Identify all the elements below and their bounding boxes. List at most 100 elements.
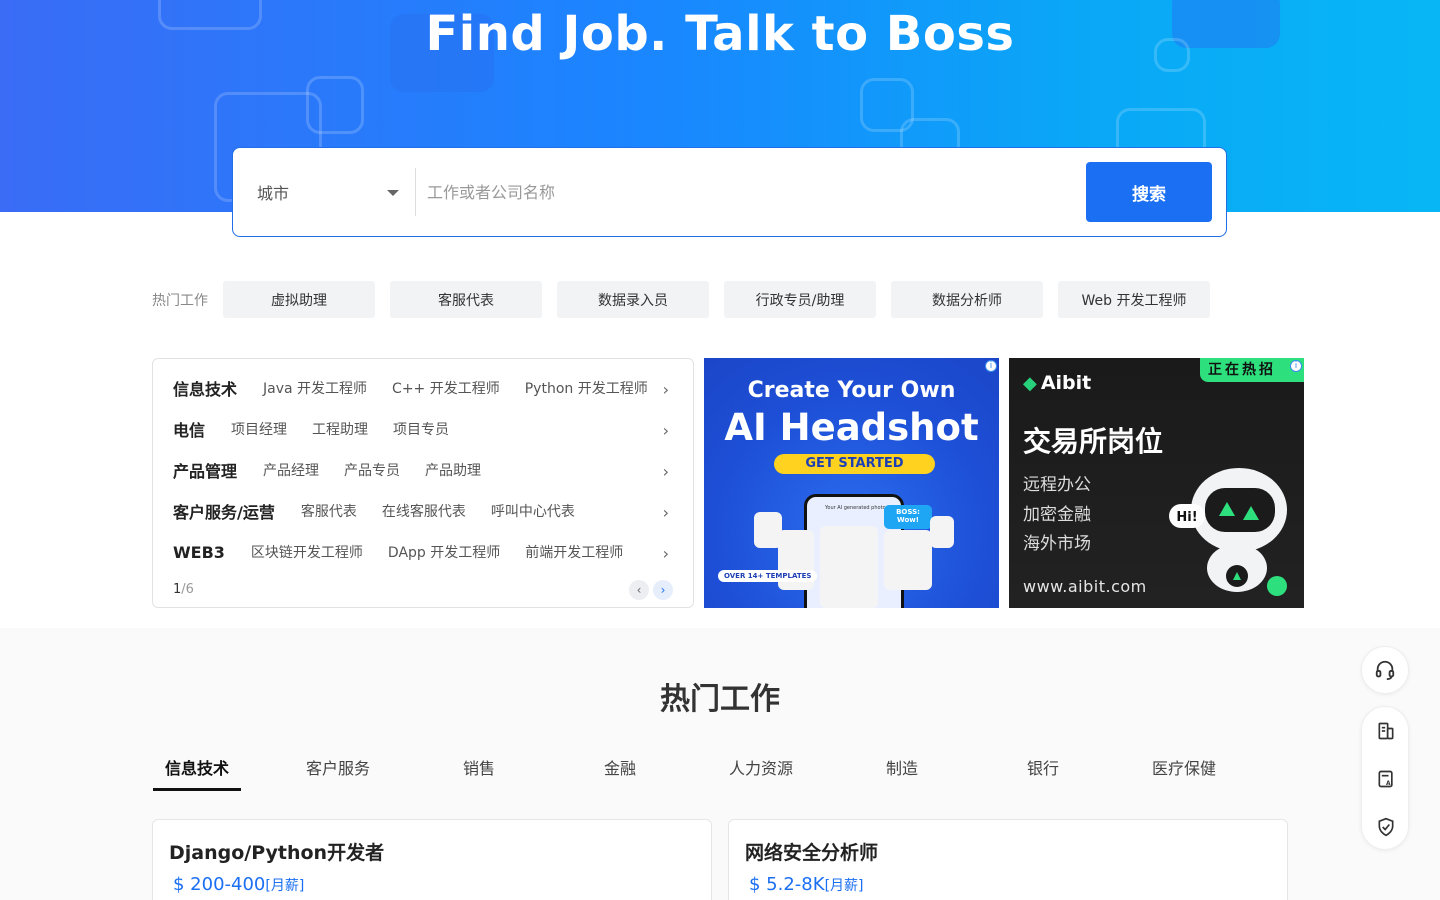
phone-caption: Your AI generated photo: [825, 505, 886, 511]
hot-tag-data-entry[interactable]: 数据录入员: [557, 281, 709, 318]
svg-text:AI: AI: [1386, 781, 1393, 787]
salary-range: $ 5.2-8K: [749, 874, 825, 895]
hot-tag-admin-assistant[interactable]: 行政专员/助理: [724, 281, 876, 318]
robot-mascot-icon: Hi!: [1169, 468, 1287, 596]
ad-feature-line: 远程办公: [1023, 475, 1091, 495]
chevron-right-icon[interactable]: ›: [663, 421, 669, 440]
hot-tag-data-analyst[interactable]: 数据分析师: [891, 281, 1043, 318]
hot-jobs-label: 热门工作: [152, 293, 208, 309]
ad-headline: Create Your Own: [747, 378, 956, 403]
category-row-it[interactable]: 信息技术 Java 开发工程师 C++ 开发工程师 Python 开发工程师 ›: [173, 376, 673, 400]
hero-title: Find Job. Talk to Boss: [425, 6, 1015, 62]
keyword-search-input[interactable]: [427, 172, 1067, 212]
ad-ai-headshot[interactable]: i Create Your Own AI Headshot GET STARTE…: [704, 358, 999, 608]
category-job-link[interactable]: 呼叫中心代表: [491, 501, 575, 521]
ad-info-icon[interactable]: i: [985, 360, 997, 372]
ad-hot-tag: 正在热招: [1200, 358, 1304, 382]
category-job-link[interactable]: 客服代表: [301, 501, 357, 521]
category-job-link[interactable]: 项目经理: [231, 419, 287, 439]
tab-banking[interactable]: 银行: [999, 755, 1087, 791]
job-card[interactable]: Django/Python开发者 $ 200-400[月薪]: [152, 819, 712, 900]
hot-tag-virtual-assistant[interactable]: 虚拟助理: [223, 281, 375, 318]
shield-check-icon: [1378, 817, 1394, 837]
salary-unit: [月薪]: [265, 878, 305, 894]
hot-tag-web-developer[interactable]: Web 开发工程师: [1058, 281, 1210, 318]
city-select-label: 城市: [257, 184, 290, 203]
job-salary: $ 200-400[月薪]: [173, 874, 304, 895]
category-name: WEB3: [173, 542, 225, 562]
category-name: 电信: [173, 421, 206, 440]
salary-range: $ 200-400: [173, 874, 266, 895]
category-row-telecom[interactable]: 电信 项目经理 工程助理 项目专员 ›: [173, 417, 673, 441]
category-job-link[interactable]: DApp 开发工程师: [388, 542, 500, 562]
ad-cta-button[interactable]: GET STARTED: [774, 454, 935, 474]
category-job-link[interactable]: 项目专员: [393, 419, 449, 439]
job-card[interactable]: 网络安全分析师 $ 5.2-8K[月薪]: [728, 819, 1288, 900]
ad-feature-line: 海外市场: [1023, 534, 1091, 554]
aibit-logo: ◆ Aibit: [1023, 372, 1091, 394]
chevron-right-icon[interactable]: ›: [663, 462, 669, 481]
category-job-link[interactable]: Java 开发工程师: [263, 378, 367, 398]
customer-support-button[interactable]: [1361, 646, 1409, 694]
safety-button[interactable]: [1362, 803, 1410, 851]
company-button[interactable]: [1362, 707, 1410, 755]
category-name: 产品管理: [173, 462, 238, 481]
headset-icon: [1375, 660, 1395, 681]
tab-it[interactable]: 信息技术: [153, 755, 241, 791]
robot-bubble-text: Hi!: [1176, 510, 1197, 525]
tab-sales[interactable]: 销售: [435, 755, 523, 791]
caret-down-icon: [387, 190, 399, 196]
headshot-photo: [820, 526, 878, 608]
headshot-photo: [884, 530, 932, 590]
category-job-link[interactable]: 产品经理: [263, 460, 319, 480]
building-icon: [1378, 722, 1394, 740]
tab-customer-service[interactable]: 客户服务: [294, 755, 382, 791]
category-job-link[interactable]: C++ 开发工程师: [392, 378, 500, 398]
category-pager: 1/6: [173, 582, 194, 597]
hot-tag-customer-service[interactable]: 客服代表: [390, 281, 542, 318]
ai-resume-icon: AI: [1378, 770, 1393, 788]
category-row-customer-service[interactable]: 客户服务/运营 客服代表 在线客服代表 呼叫中心代表 ›: [173, 499, 673, 523]
category-name: 信息技术: [173, 380, 238, 399]
aibit-brand: Aibit: [1040, 372, 1092, 394]
aibit-logo-icon: ◆: [1023, 372, 1037, 394]
salary-unit: [月薪]: [824, 878, 864, 894]
prev-page-button[interactable]: ‹: [629, 580, 649, 600]
category-job-link[interactable]: 工程助理: [312, 419, 368, 439]
divider: [415, 168, 416, 216]
search-bar: 城市 搜索: [232, 147, 1227, 237]
headshot-photo: [930, 516, 954, 548]
category-job-link[interactable]: 在线客服代表: [382, 501, 466, 521]
search-button[interactable]: 搜索: [1086, 162, 1212, 222]
job-title: Django/Python开发者: [169, 842, 385, 864]
tab-healthcare[interactable]: 医疗保健: [1140, 755, 1228, 791]
ad-info-icon[interactable]: i: [1290, 360, 1302, 372]
chevron-right-icon[interactable]: ›: [663, 544, 669, 563]
tab-hr[interactable]: 人力资源: [717, 755, 805, 791]
chevron-right-icon[interactable]: ›: [663, 503, 669, 522]
category-job-link[interactable]: 产品助理: [425, 460, 481, 480]
tab-finance[interactable]: 金融: [576, 755, 664, 791]
ad-url: www.aibit.com: [1023, 577, 1147, 596]
city-select[interactable]: 城市: [233, 148, 415, 236]
category-name: 客户服务/运营: [173, 503, 275, 522]
ai-resume-button[interactable]: AI: [1362, 755, 1410, 803]
category-row-product[interactable]: 产品管理 产品经理 产品专员 产品助理 ›: [173, 458, 673, 482]
category-job-link[interactable]: 区块链开发工程师: [251, 542, 363, 562]
chevron-right-icon[interactable]: ›: [663, 380, 669, 399]
ad-headline-main: AI Headshot: [724, 406, 979, 449]
category-job-link[interactable]: 产品专员: [344, 460, 400, 480]
ad-badge: OVER 14+ TEMPLATES: [718, 570, 818, 582]
category-job-link[interactable]: 前端开发工程师: [525, 542, 623, 562]
job-salary: $ 5.2-8K[月薪]: [749, 874, 864, 895]
section-title: 热门工作: [660, 682, 780, 717]
category-card: 信息技术 Java 开发工程师 C++ 开发工程师 Python 开发工程师 ›…: [152, 358, 694, 608]
category-job-link[interactable]: Python 开发工程师: [525, 378, 648, 398]
tab-manufacturing[interactable]: 制造: [858, 755, 946, 791]
job-title: 网络安全分析师: [745, 842, 879, 864]
floating-toolbar: AI: [1361, 706, 1409, 850]
next-page-button[interactable]: ›: [653, 580, 673, 600]
ad-aibit[interactable]: ◆ Aibit 正在热招 i 交易所岗位 远程办公 加密金融 海外市场 Hi! …: [1009, 358, 1304, 608]
ad-headline: 交易所岗位: [1023, 425, 1164, 458]
category-row-web3[interactable]: WEB3 区块链开发工程师 DApp 开发工程师 前端开发工程师 ›: [173, 540, 673, 564]
